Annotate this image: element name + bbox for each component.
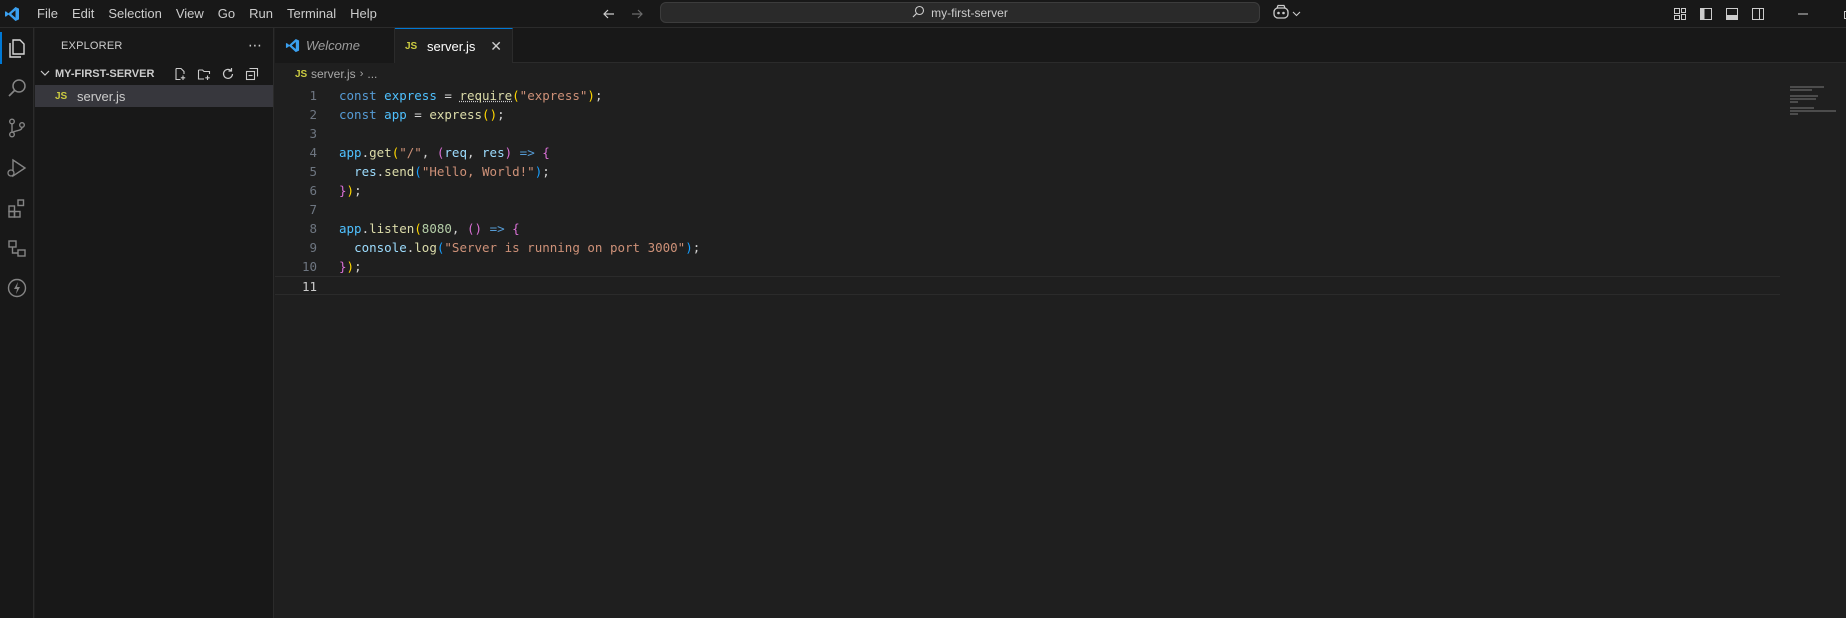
restore-icon[interactable] [1826,0,1846,27]
remote-explorer-icon[interactable] [0,228,34,268]
menu-edit[interactable]: Edit [65,0,101,27]
navigation-arrows [598,0,648,27]
menu-file[interactable]: File [30,0,65,27]
extensions-icon[interactable] [0,188,34,228]
layout-controls [1670,3,1768,24]
vscode-logo-icon [0,0,24,27]
chevron-down-icon [39,67,51,82]
menu-help[interactable]: Help [343,0,384,27]
editor-area: Welcome JS server.js ✕ JS server.js › ..… [275,28,1846,618]
line-number: 10 [301,259,317,274]
code-line: 10 }); [275,257,1775,276]
explorer-sidebar: EXPLORER ⋯ MY-FIRST-SERVER JS server.js [35,28,274,618]
js-file-icon: JS [405,40,418,52]
line-number: 7 [309,202,317,217]
line-number: 9 [309,240,317,255]
tab-welcome[interactable]: Welcome [275,28,395,63]
code-line: 4 app.get("/", (req, res) => { [275,143,1775,162]
tab-label: Welcome [306,38,360,53]
line-number: 8 [309,221,317,236]
forward-arrow-icon[interactable] [626,3,648,25]
line-number: 2 [309,107,317,122]
search-text: my-first-server [931,5,1008,20]
toggle-secondary-sidebar-icon[interactable] [1748,4,1768,24]
menu-terminal[interactable]: Terminal [280,0,343,27]
code-line: 6 }); [275,181,1775,200]
collapse-all-icon[interactable] [243,65,261,83]
code-line: 9 console.log("Server is running on port… [275,238,1775,257]
toggle-primary-sidebar-icon[interactable] [1696,4,1716,24]
tab-server-js[interactable]: JS server.js ✕ [395,28,513,63]
folder-actions [171,65,273,83]
minimize-icon[interactable] [1780,0,1826,27]
js-file-icon: JS [55,90,68,102]
breadcrumb-more[interactable]: ... [367,67,377,81]
code-editor[interactable]: 1 const express = require("express"); 2 … [275,86,1780,295]
minimap[interactable] [1790,86,1838,116]
folder-header[interactable]: MY-FIRST-SERVER [35,63,273,85]
back-arrow-icon[interactable] [598,3,620,25]
more-actions-icon[interactable]: ⋯ [248,37,263,54]
line-number: 5 [309,164,317,179]
sidebar-header: EXPLORER ⋯ [35,28,273,63]
code-line-text: console.log("Server is running on port 3… [354,240,701,255]
search-icon [912,5,925,21]
breadcrumb-file[interactable]: server.js [311,67,356,81]
customize-layout-icon[interactable] [1670,4,1690,24]
code-line: 3 [275,124,1775,143]
menu-run[interactable]: Run [242,0,280,27]
explorer-icon[interactable] [0,28,34,68]
vscode-logo-icon [285,38,300,53]
code-line-text: app.get("/", (req, res) => { [339,145,550,160]
menu-selection[interactable]: Selection [101,0,168,27]
line-number: 11 [301,279,317,294]
line-number: 6 [309,183,317,198]
command-center-search[interactable]: my-first-server [660,2,1260,23]
code-line-active: 11 [275,276,1780,295]
new-folder-icon[interactable] [195,65,213,83]
tab-label: server.js [427,38,476,54]
title-bar: File Edit Selection View Go Run Terminal… [0,0,1846,28]
code-line-text: }); [339,259,362,274]
window-controls [1780,0,1846,27]
new-file-icon[interactable] [171,65,189,83]
toggle-panel-icon[interactable] [1722,4,1742,24]
code-line: 8 app.listen(8080, () => { [275,219,1775,238]
folder-name: MY-FIRST-SERVER [55,68,155,80]
line-number: 4 [309,145,317,160]
breadcrumb-separator: › [359,68,364,80]
code-line: 1 const express = require("express"); [275,86,1775,105]
editor-tabs: Welcome JS server.js ✕ [275,28,1846,63]
file-item-server-js[interactable]: JS server.js [35,85,273,107]
search-icon[interactable] [0,68,34,108]
code-line-text: res.send("Hello, World!"); [354,164,550,179]
code-line-text: app.listen(8080, () => { [339,221,520,236]
menu-bar: File Edit Selection View Go Run Terminal… [30,0,384,27]
source-control-icon[interactable] [0,108,34,148]
breadcrumb: JS server.js › ... [275,63,1846,85]
activity-bar [0,28,34,618]
code-line: 5 res.send("Hello, World!"); [275,162,1775,181]
code-line-text: const app = express(); [339,107,505,122]
refresh-icon[interactable] [219,65,237,83]
copilot-icon [1272,4,1290,23]
chevron-down-icon [1292,6,1301,21]
code-line-text: const express = require("express"); [339,88,603,103]
code-line-text: }); [339,183,362,198]
code-line: 2 const app = express(); [275,105,1775,124]
thunder-client-icon[interactable] [0,268,34,308]
js-file-icon: JS [295,68,308,80]
menu-view[interactable]: View [169,0,211,27]
sidebar-title: EXPLORER [61,39,123,52]
menu-go[interactable]: Go [211,0,242,27]
line-number: 1 [309,88,317,103]
file-name: server.js [77,88,126,104]
close-icon[interactable]: ✕ [490,38,502,55]
line-number: 3 [309,126,317,141]
code-line: 7 [275,200,1775,219]
run-debug-icon[interactable] [0,148,34,188]
copilot-button[interactable] [1272,3,1301,24]
